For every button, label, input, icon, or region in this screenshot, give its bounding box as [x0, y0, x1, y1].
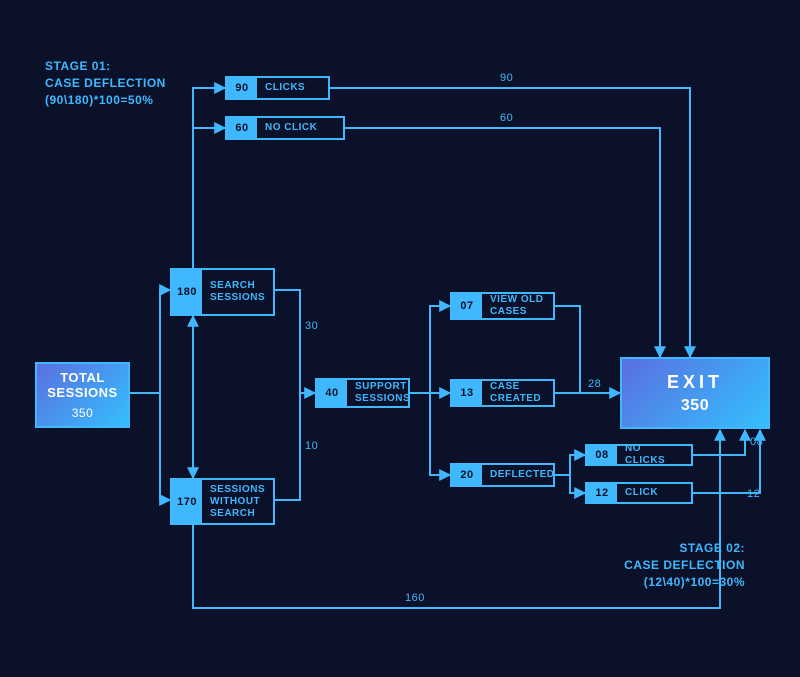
support-sessions-count: 40 [317, 380, 347, 406]
stage-1-calc: (90\180)*100=50% [45, 92, 166, 109]
case-created-count: 13 [452, 381, 482, 405]
edge-label-90: 90 [500, 72, 513, 84]
total-sessions-label: TOTAL SESSIONS [37, 370, 128, 400]
stage-2-calc: (12\40)*100=30% [585, 574, 745, 591]
sessions-without-search-label: SESSIONS WITHOUT SEARCH [202, 480, 273, 524]
clicks-count: 90 [227, 78, 257, 98]
case-created-node: 13 CASE CREATED [450, 379, 555, 407]
click-label: CLICK [617, 483, 666, 503]
no-clicks-node: 08 NO CLICKS [585, 444, 693, 466]
sessions-without-search-node: 170 SESSIONS WITHOUT SEARCH [170, 478, 275, 525]
no-click-label: NO CLICK [257, 118, 325, 138]
no-click-count: 60 [227, 118, 257, 138]
support-sessions-node: 40 SUPPORT SESSIONS [315, 378, 410, 408]
edge-label-60: 60 [500, 112, 513, 124]
click-node: 12 CLICK [585, 482, 693, 504]
no-clicks-label: NO CLICKS [617, 439, 691, 471]
deflected-node: 20 DEFLECTED [450, 463, 555, 487]
search-sessions-count: 180 [172, 270, 202, 314]
edge-label-12: 12 [747, 488, 760, 500]
deflected-label: DEFLECTED [482, 465, 563, 485]
stage-2-title: STAGE 02: [585, 540, 745, 557]
stage-2-annotation: STAGE 02: CASE DEFLECTION (12\40)*100=30… [585, 540, 745, 590]
edge-label-30: 30 [305, 320, 318, 332]
deflected-count: 20 [452, 465, 482, 485]
stage-1-sub: CASE DEFLECTION [45, 75, 166, 92]
exit-label: EXIT [667, 372, 723, 393]
no-click-node: 60 NO CLICK [225, 116, 345, 140]
support-sessions-label: SUPPORT SESSIONS [347, 377, 418, 409]
exit-node: EXIT 350 [620, 357, 770, 429]
edge-label-08: 08 [750, 436, 763, 448]
clicks-label: CLICKS [257, 78, 313, 98]
search-sessions-label: SEARCH SESSIONS [202, 276, 273, 308]
view-old-cases-count: 07 [452, 294, 482, 318]
case-created-label: CASE CREATED [482, 377, 553, 409]
stage-1-annotation: STAGE 01: CASE DEFLECTION (90\180)*100=5… [45, 58, 166, 108]
exit-value: 350 [681, 397, 709, 415]
search-sessions-node: 180 SEARCH SESSIONS [170, 268, 275, 316]
click-count: 12 [587, 484, 617, 502]
view-old-cases-label: VIEW OLD CASES [482, 290, 553, 322]
total-sessions-value: 350 [72, 406, 94, 420]
edge-label-10: 10 [305, 440, 318, 452]
edge-label-160: 160 [405, 592, 425, 604]
edge-label-28: 28 [588, 378, 601, 390]
total-sessions-node: TOTAL SESSIONS 350 [35, 362, 130, 428]
view-old-cases-node: 07 VIEW OLD CASES [450, 292, 555, 320]
stage-2-sub: CASE DEFLECTION [585, 557, 745, 574]
clicks-node: 90 CLICKS [225, 76, 330, 100]
no-clicks-count: 08 [587, 446, 617, 464]
sessions-without-search-count: 170 [172, 480, 202, 523]
stage-1-title: STAGE 01: [45, 58, 166, 75]
